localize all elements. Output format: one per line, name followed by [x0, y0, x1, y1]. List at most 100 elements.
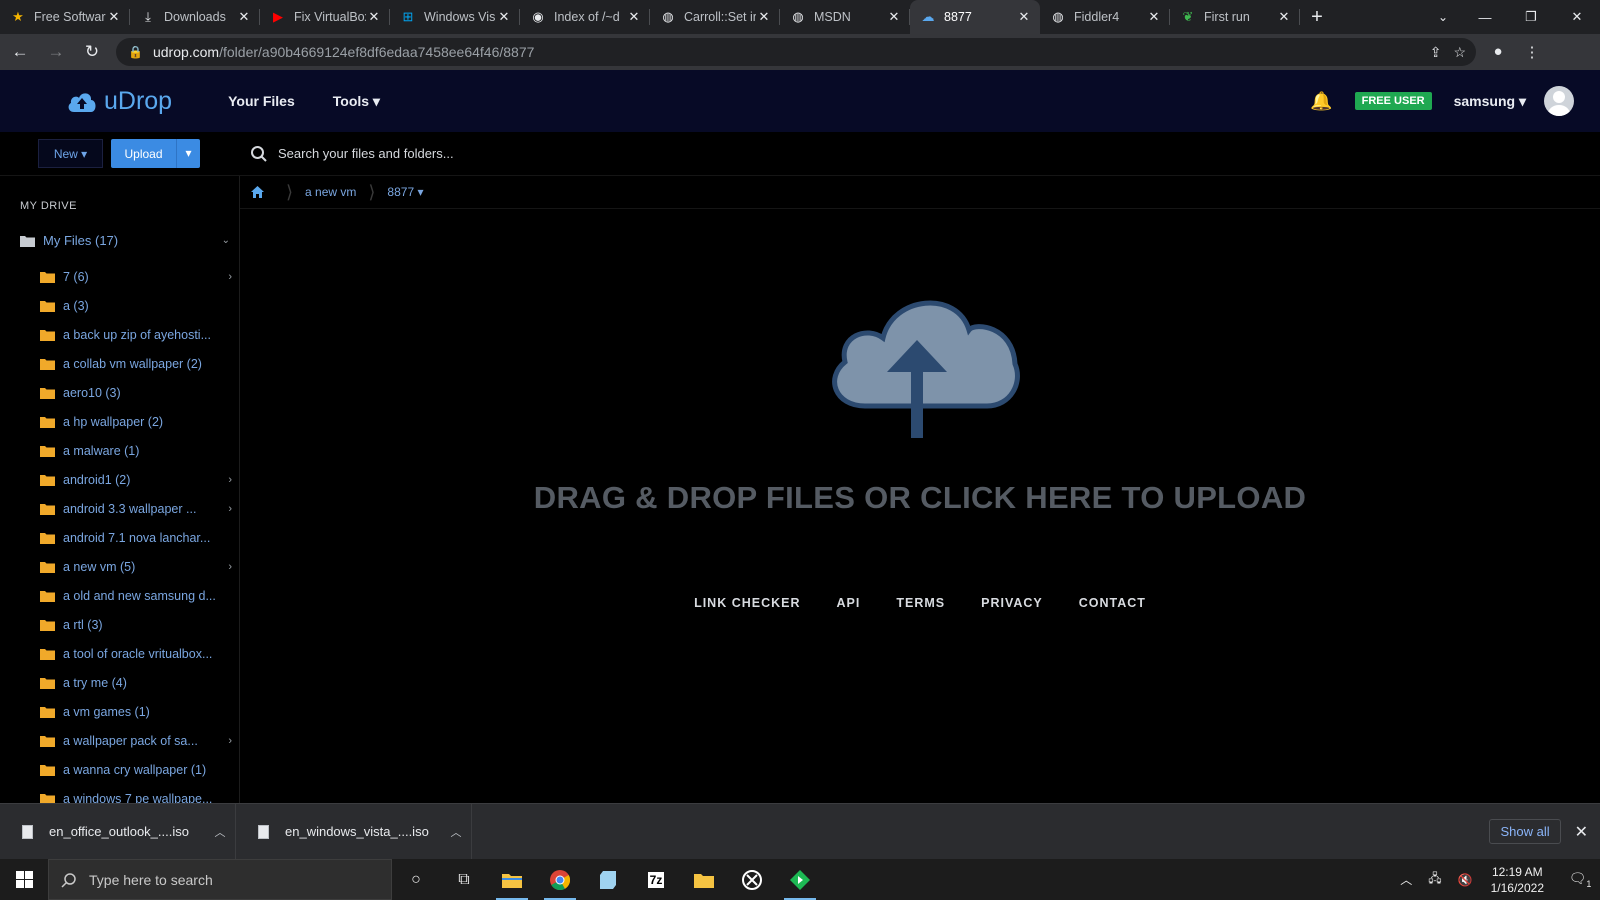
folder-icon[interactable]	[680, 859, 728, 900]
sidebar-folder-item[interactable]: a (3)	[40, 291, 232, 320]
tab-close-icon[interactable]: ✕	[236, 9, 252, 25]
bookmark-star-icon[interactable]: ☆	[1453, 44, 1466, 61]
home-icon[interactable]	[240, 186, 274, 198]
sidebar-folder-item[interactable]: 7 (6) ›	[40, 262, 232, 291]
show-all-button[interactable]: Show all	[1489, 819, 1561, 844]
sidebar-root-my-files[interactable]: My Files (17) ⌄	[20, 233, 230, 248]
browser-tab[interactable]: ◍ Carroll::Set ir ✕	[650, 0, 780, 34]
clock[interactable]: 12:19 AM 1/16/2022	[1491, 864, 1544, 896]
network-icon[interactable]: 🖧	[1428, 869, 1441, 890]
file-search[interactable]: Search your files and folders...	[250, 145, 454, 163]
tab-close-icon[interactable]: ✕	[756, 9, 772, 25]
chevron-right-icon[interactable]: ›	[228, 474, 232, 486]
sidebar-folder-item[interactable]: a tool of oracle vritualbox...	[40, 639, 232, 668]
xbox-icon[interactable]	[728, 859, 776, 900]
sidebar-folder-item[interactable]: a wanna cry wallpaper (1)	[40, 755, 232, 784]
download-item[interactable]: en_office_outlook_....iso ︿	[0, 803, 236, 860]
sidebar-folder-item[interactable]: a malware (1)	[40, 436, 232, 465]
tab-close-icon[interactable]: ✕	[1146, 9, 1162, 25]
restore-icon[interactable]: ❐	[1508, 0, 1554, 34]
sidebar-folder-item[interactable]: a windows 7 pe wallpape...	[40, 784, 232, 803]
share-icon[interactable]: ⇪	[1430, 44, 1442, 61]
footer-link-link-checker[interactable]: LINK CHECKER	[694, 596, 800, 610]
tab-close-icon[interactable]: ✕	[626, 9, 642, 25]
nav-your-files[interactable]: Your Files	[228, 93, 295, 109]
tab-close-icon[interactable]: ✕	[366, 9, 382, 25]
breadcrumb-item-current[interactable]: 8877 ▾	[387, 185, 423, 199]
footer-link-terms[interactable]: TERMS	[896, 596, 945, 610]
back-icon[interactable]: ←	[4, 36, 36, 68]
close-window-icon[interactable]: ✕	[1554, 0, 1600, 34]
sidebar-folder-item[interactable]: a wallpaper pack of sa... ›	[40, 726, 232, 755]
chevron-right-icon[interactable]: ›	[228, 503, 232, 515]
tab-close-icon[interactable]: ✕	[496, 9, 512, 25]
browser-tab[interactable]: ❦ First run ✕	[1170, 0, 1300, 34]
profile-icon[interactable]: ●	[1486, 43, 1510, 61]
chevron-up-icon[interactable]: ︿	[205, 824, 235, 840]
chevron-down-icon[interactable]: ⌄	[222, 235, 230, 246]
breadcrumb-item-a-new-vm[interactable]: a new vm	[305, 185, 356, 199]
reload-icon[interactable]: ↻	[76, 36, 108, 68]
sidebar-folder-item[interactable]: a collab vm wallpaper (2)	[40, 349, 232, 378]
browser-tab[interactable]: ☁ 8877 ✕	[910, 0, 1040, 34]
download-item[interactable]: en_windows_vista_....iso ︿	[236, 803, 472, 860]
footer-link-contact[interactable]: CONTACT	[1079, 596, 1146, 610]
menu-icon[interactable]: ⋮	[1520, 43, 1544, 61]
minimize-icon[interactable]: —	[1462, 0, 1508, 34]
chrome-icon[interactable]	[536, 859, 584, 900]
sidebar-folder-item[interactable]: a old and new samsung d...	[40, 581, 232, 610]
chevron-up-icon[interactable]: ︿	[1400, 871, 1412, 888]
upload-button[interactable]: Upload ▾	[111, 139, 200, 168]
lock-icon[interactable]: 🔒	[128, 45, 143, 59]
sidebar-folder-item[interactable]: aero10 (3)	[40, 378, 232, 407]
new-button[interactable]: New ▾	[38, 139, 103, 168]
volume-muted-icon[interactable]: 🔇	[1458, 873, 1473, 887]
nav-tools-dropdown[interactable]: Tools ▾	[333, 93, 380, 110]
footer-link-privacy[interactable]: PRIVACY	[981, 596, 1043, 610]
browser-tab[interactable]: ◍ Fiddler4 ✕	[1040, 0, 1170, 34]
sidebar-folder-item[interactable]: a rtl (3)	[40, 610, 232, 639]
notification-icon[interactable]: 🗨1	[1560, 870, 1600, 889]
cortana-icon[interactable]: ○	[392, 859, 440, 900]
browser-tab[interactable]: ▶ Fix VirtualBox ✕	[260, 0, 390, 34]
windows-start-icon[interactable]	[0, 859, 48, 900]
green-app-icon[interactable]	[776, 859, 824, 900]
taskbar-search[interactable]: Type here to search	[48, 859, 392, 900]
sidebar-folder-item[interactable]: android1 (2) ›	[40, 465, 232, 494]
upload-dropdown-caret-icon[interactable]: ▾	[176, 139, 200, 168]
chevron-right-icon[interactable]: ›	[228, 271, 232, 283]
sidebar-folder-item[interactable]: a new vm (5) ›	[40, 552, 232, 581]
browser-tab[interactable]: ⤓ Downloads ✕	[130, 0, 260, 34]
tab-search-icon[interactable]: ⌄	[1426, 0, 1460, 34]
tab-close-icon[interactable]: ✕	[1276, 9, 1292, 25]
browser-tab[interactable]: ★ Free Software ✕	[0, 0, 130, 34]
tab-close-icon[interactable]: ✕	[106, 9, 122, 25]
udrop-logo[interactable]: uDrop	[66, 87, 172, 116]
browser-tab[interactable]: ◍ MSDN ✕	[780, 0, 910, 34]
7zip-icon[interactable]: 7z	[632, 859, 680, 900]
sidebar-folder-item[interactable]: a back up zip of ayehosti...	[40, 320, 232, 349]
forward-icon[interactable]: →	[40, 36, 72, 68]
notepad-icon[interactable]	[584, 859, 632, 900]
sidebar-folder-item[interactable]: a hp wallpaper (2)	[40, 407, 232, 436]
bell-icon[interactable]: 🔔	[1310, 91, 1332, 112]
avatar[interactable]	[1544, 86, 1574, 116]
sidebar-folder-item[interactable]: android 7.1 nova lanchar...	[40, 523, 232, 552]
sidebar-folder-item[interactable]: a vm games (1)	[40, 697, 232, 726]
tab-close-icon[interactable]: ✕	[1016, 9, 1032, 25]
browser-tab[interactable]: ◉ Index of /~d ✕	[520, 0, 650, 34]
user-menu[interactable]: samsung ▾	[1454, 93, 1526, 110]
taskbar-search-input[interactable]: Type here to search	[89, 872, 213, 888]
upload-dropzone[interactable]: DRAG & DROP FILES OR CLICK HERE TO UPLOA…	[240, 286, 1600, 516]
sidebar-folder-item[interactable]: a try me (4)	[40, 668, 232, 697]
close-icon[interactable]: ✕	[1575, 822, 1588, 842]
new-tab-icon[interactable]: +	[1300, 0, 1334, 34]
chevron-right-icon[interactable]: ›	[228, 735, 232, 747]
address-bar[interactable]: 🔒 udrop.com/folder/a90b4669124ef8df6edaa…	[116, 38, 1476, 66]
tab-close-icon[interactable]: ✕	[886, 9, 902, 25]
chevron-right-icon[interactable]: ›	[228, 561, 232, 573]
search-input[interactable]: Search your files and folders...	[278, 146, 454, 161]
browser-tab[interactable]: ⊞ Windows Vis ✕	[390, 0, 520, 34]
chevron-up-icon[interactable]: ︿	[441, 824, 471, 840]
footer-link-api[interactable]: API	[837, 596, 861, 610]
